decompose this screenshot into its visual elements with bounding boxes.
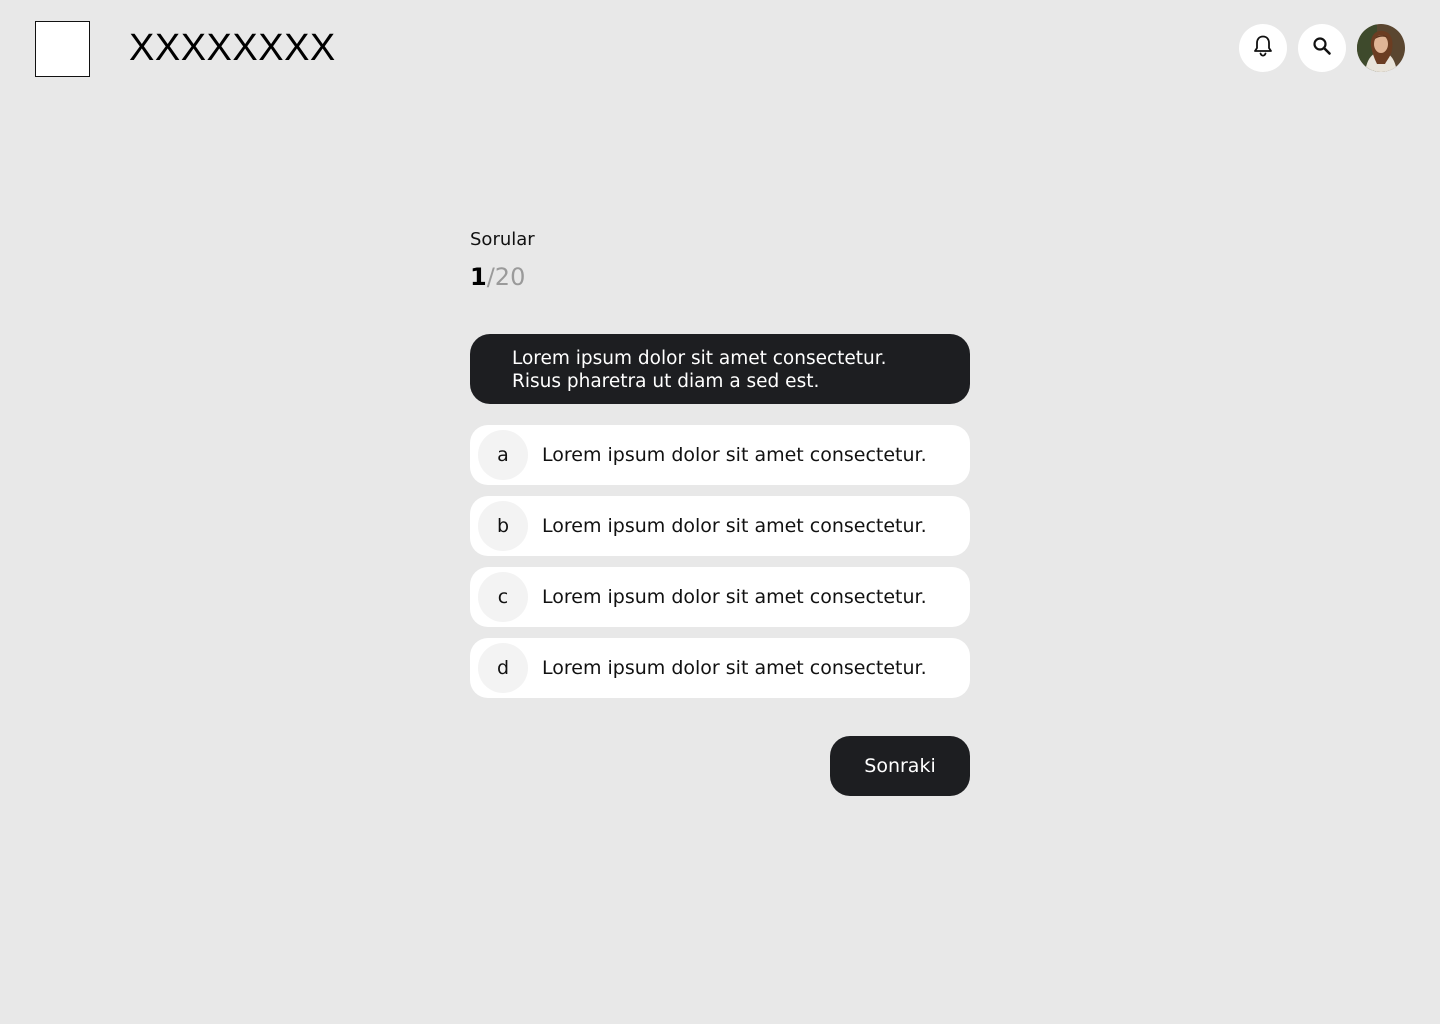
next-button[interactable]: Sonraki: [830, 736, 970, 796]
option-text: Lorem ipsum dolor sit amet consectetur.: [542, 657, 927, 679]
option-text: Lorem ipsum dolor sit amet consectetur.: [542, 586, 927, 608]
question-counter: 1/20: [470, 263, 525, 291]
option-letter: a: [478, 430, 528, 480]
option-d[interactable]: d Lorem ipsum dolor sit amet consectetur…: [470, 638, 970, 698]
question-card: Lorem ipsum dolor sit amet consectetur. …: [470, 334, 970, 404]
option-c[interactable]: c Lorem ipsum dolor sit amet consectetur…: [470, 567, 970, 627]
avatar[interactable]: [1357, 24, 1405, 72]
logo-placeholder[interactable]: [35, 21, 90, 77]
counter-current: 1: [470, 263, 487, 291]
option-letter: c: [478, 572, 528, 622]
option-letter: b: [478, 501, 528, 551]
option-a[interactable]: a Lorem ipsum dolor sit amet consectetur…: [470, 425, 970, 485]
option-b[interactable]: b Lorem ipsum dolor sit amet consectetur…: [470, 496, 970, 556]
option-text: Lorem ipsum dolor sit amet consectetur.: [542, 444, 927, 466]
app-title: XXXXXXXX: [129, 27, 336, 69]
option-letter: d: [478, 643, 528, 693]
search-icon: [1312, 36, 1332, 60]
search-button[interactable]: [1298, 24, 1346, 72]
option-text: Lorem ipsum dolor sit amet consectetur.: [542, 515, 927, 537]
section-label: Sorular: [470, 229, 535, 250]
notifications-button[interactable]: [1239, 24, 1287, 72]
counter-total: 20: [494, 263, 526, 291]
bell-icon: [1252, 34, 1274, 62]
counter-separator: /: [486, 263, 495, 291]
